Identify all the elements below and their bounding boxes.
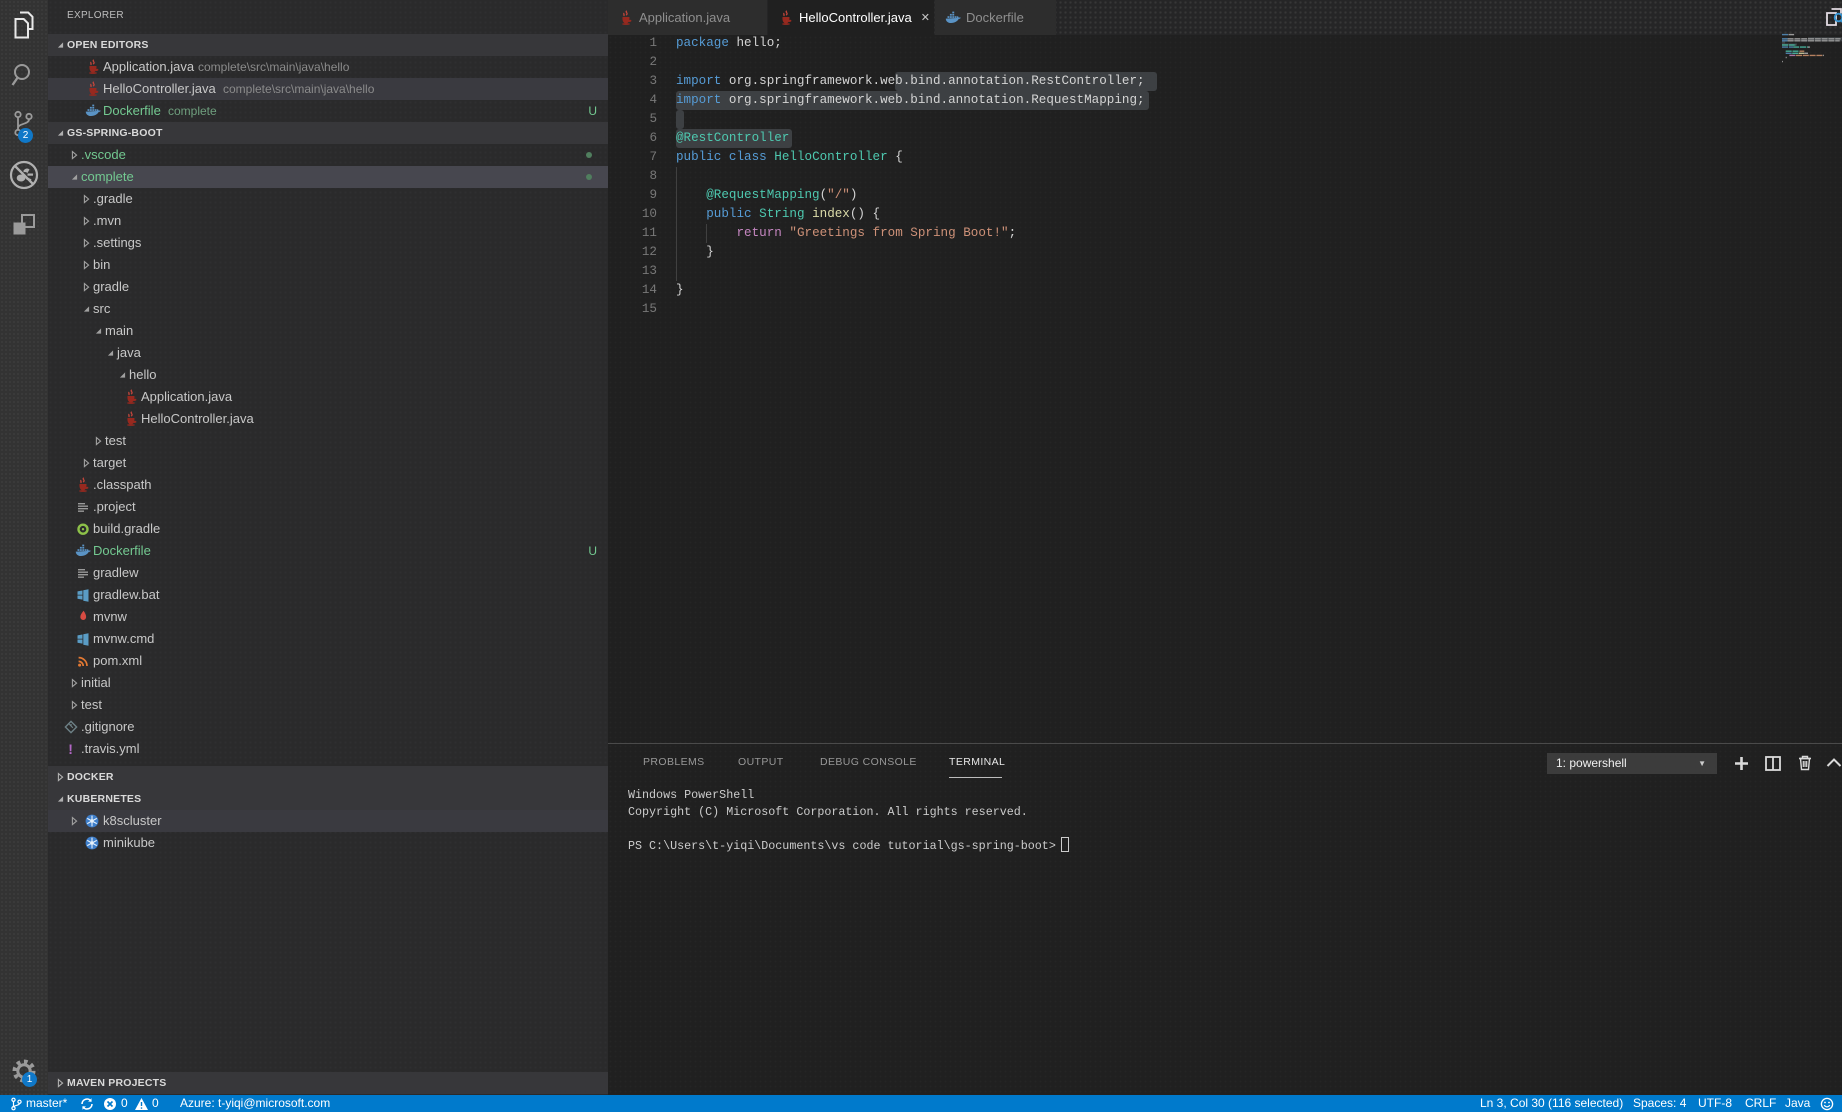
svg-text:!: ! [68,741,73,757]
